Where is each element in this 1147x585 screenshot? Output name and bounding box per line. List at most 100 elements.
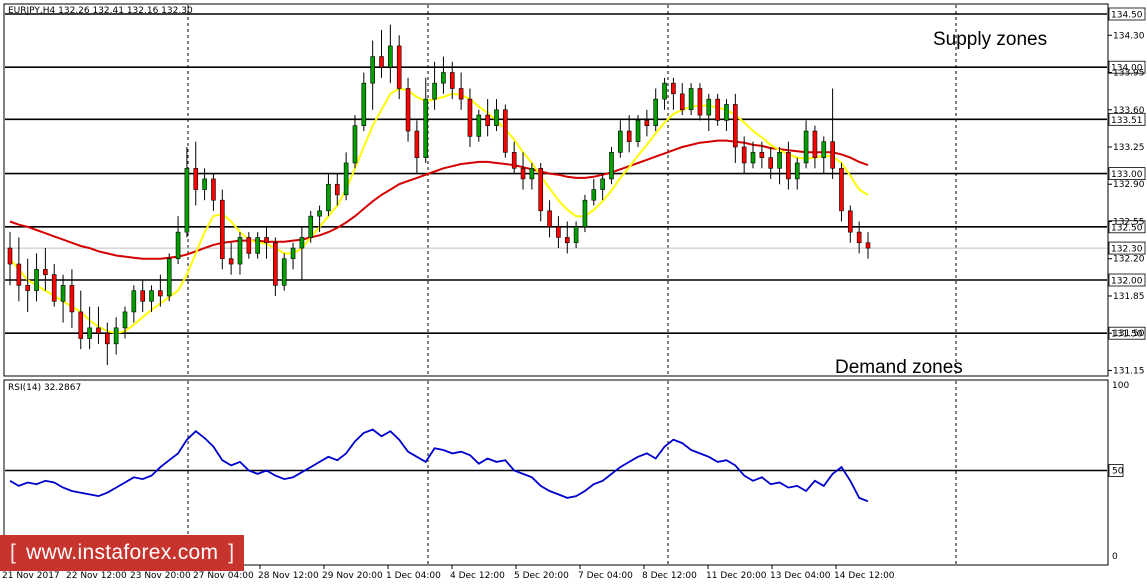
- candle-body: [396, 45, 402, 89]
- candle-body: [503, 109, 508, 153]
- time-tick-label: 13 Dec 04:00: [770, 571, 831, 581]
- candle-body: [697, 88, 703, 116]
- time-tick-label: 23 Nov 20:00: [130, 571, 191, 581]
- candle-body: [485, 114, 490, 127]
- candle-body: [759, 152, 765, 158]
- candle-body: [609, 152, 614, 180]
- candle-body: [786, 152, 791, 180]
- candle-body: [379, 56, 384, 68]
- candle-body: [352, 125, 358, 164]
- time-tick-label: 27 Nov 04:00: [193, 571, 254, 581]
- candle-body: [529, 167, 535, 180]
- candle-body: [458, 88, 464, 100]
- instaforex-logo: [ www.instaforex.com ]: [0, 535, 244, 571]
- level-label: 132.00: [1111, 277, 1143, 287]
- candle-body: [281, 258, 287, 286]
- candle-body: [51, 274, 57, 302]
- candle-body: [848, 210, 853, 233]
- candle-body: [830, 141, 835, 169]
- candle-body: [228, 258, 234, 265]
- candle-body: [520, 167, 526, 180]
- candle-body: [441, 72, 446, 84]
- candle: [609, 147, 614, 185]
- price-tick-label: 132.90: [1113, 180, 1145, 190]
- price-tick-label: 133.60: [1113, 106, 1145, 116]
- candle-body: [60, 285, 66, 302]
- level-label: 133.00: [1111, 170, 1143, 180]
- price-panel-frame: [3, 3, 1109, 377]
- candle-body: [821, 141, 827, 158]
- demand-zones-label: Demand zones: [835, 357, 963, 378]
- level-label: 134.50: [1111, 11, 1143, 21]
- price-tick-label: 133.95: [1113, 69, 1145, 79]
- candle-body: [600, 178, 605, 190]
- candle-body: [96, 327, 101, 334]
- candle-body: [653, 98, 659, 127]
- candle-body: [16, 263, 22, 286]
- candle-body: [273, 242, 278, 286]
- candle: [166, 253, 172, 302]
- time-tick-label: 7 Dec 04:00: [578, 571, 633, 581]
- price-axis: 134.30 133.95 133.60 133.25 132.90 132.55 132.…: [1108, 31, 1145, 376]
- candle-body: [564, 237, 570, 244]
- candle-body: [768, 157, 774, 169]
- candle-body: [405, 88, 411, 132]
- candle-body: [158, 290, 163, 297]
- price-tick-label: 134.30: [1113, 31, 1145, 41]
- candle-body: [246, 237, 252, 254]
- candle-body: [573, 226, 579, 244]
- candle-body: [87, 327, 92, 339]
- candle-body: [388, 45, 393, 68]
- candle-body: [741, 146, 747, 164]
- time-tick-label: 4 Dec 12:00: [450, 571, 505, 581]
- logo-bracket-right: ]: [228, 541, 235, 564]
- candle-body: [750, 152, 756, 164]
- candle-body: [839, 167, 844, 212]
- candle-body: [724, 104, 729, 121]
- candle-body: [671, 82, 676, 95]
- time-tick-label: 21 Nov 2017: [2, 571, 60, 581]
- price-tick-label: 131.85: [1113, 292, 1145, 302]
- candle-body: [626, 130, 632, 142]
- candle: [219, 189, 225, 270]
- candle-body: [317, 210, 322, 217]
- price-tick-label: 132.20: [1113, 255, 1145, 265]
- candle-body: [78, 311, 84, 339]
- candle-body: [211, 178, 216, 201]
- candle-body: [255, 237, 260, 254]
- candle-body: [494, 109, 499, 127]
- rsi-tick-label: 100: [1112, 381, 1129, 391]
- candle-body: [432, 82, 437, 100]
- time-tick-label: 8 Dec 12:00: [642, 571, 697, 581]
- candle-body: [644, 120, 650, 127]
- price-tick-label: 133.25: [1113, 143, 1145, 153]
- candle-body: [865, 242, 871, 249]
- candle-body: [299, 237, 305, 249]
- candle-body: [688, 88, 694, 111]
- candle-body: [662, 82, 667, 100]
- candle-body: [104, 332, 110, 345]
- price-tick-label: 131.15: [1113, 366, 1145, 376]
- supply-zones-label: Supply zones: [933, 29, 1047, 50]
- candle: [582, 194, 588, 233]
- candle-body: [794, 162, 800, 180]
- candle: [503, 104, 508, 158]
- rsi-axis: 100 50 0: [1108, 381, 1129, 562]
- candle-body: [547, 210, 552, 228]
- candle-body: [308, 215, 314, 238]
- candle-body: [237, 237, 243, 265]
- level-label: 133.51: [1111, 116, 1143, 126]
- candle-body: [140, 290, 145, 302]
- candle-body: [370, 56, 375, 84]
- logo-bracket-left: [: [10, 541, 17, 564]
- time-tick-label: 1 Dec 04:00: [386, 571, 441, 581]
- candle: [281, 253, 287, 291]
- candle-body: [166, 258, 172, 297]
- candle-body: [34, 269, 39, 291]
- candle-body: [812, 130, 818, 158]
- candle-body: [184, 167, 190, 233]
- candle-body: [715, 98, 720, 121]
- candle-body: [175, 231, 181, 260]
- current-price-label: 132.30: [1111, 245, 1143, 255]
- candle-body: [449, 72, 455, 89]
